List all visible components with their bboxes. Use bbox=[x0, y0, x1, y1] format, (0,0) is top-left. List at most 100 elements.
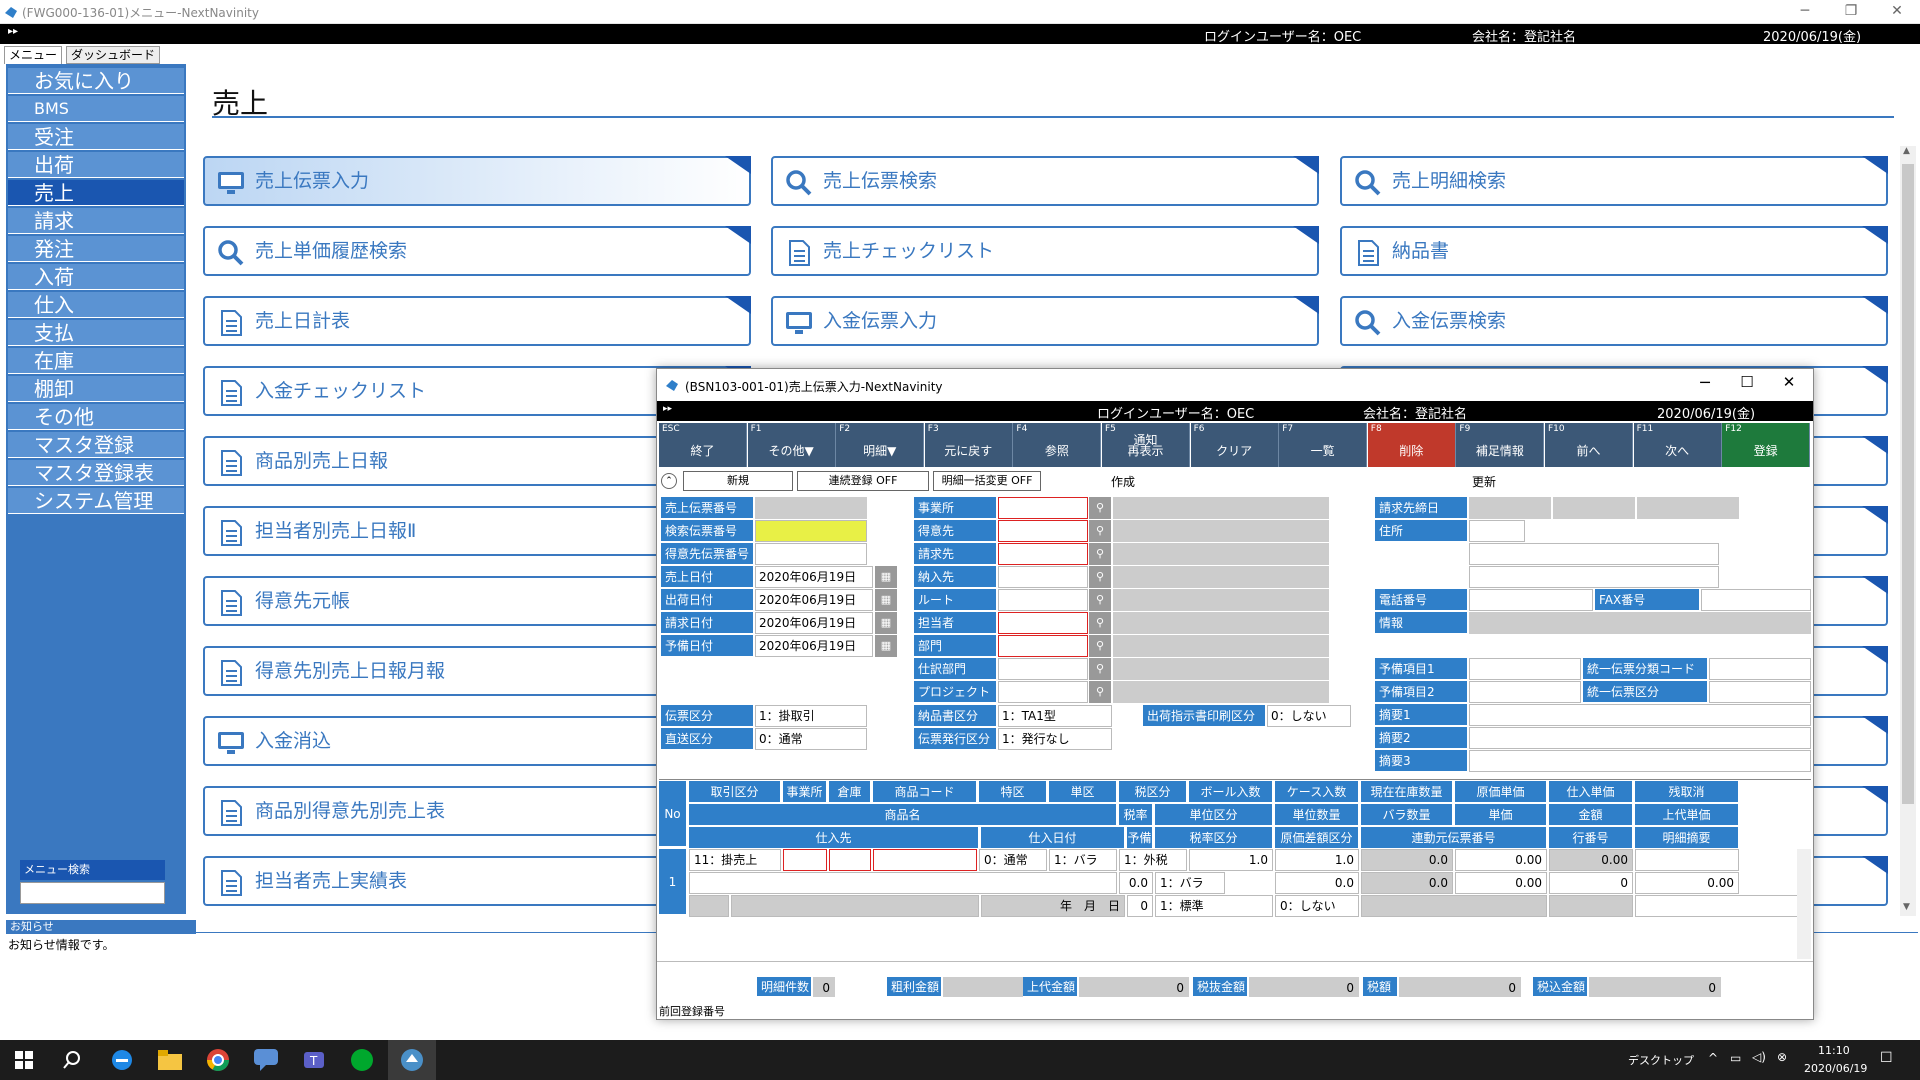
calendar-icon[interactable]: ▦ bbox=[875, 589, 897, 611]
toitsu-kubun-field[interactable] bbox=[1709, 681, 1811, 703]
case-cell[interactable]: 1.0 bbox=[1275, 849, 1359, 871]
tanku-select[interactable]: 1：バラ bbox=[1049, 849, 1117, 871]
yobi-date-field[interactable]: 2020年06月19日 bbox=[755, 635, 873, 657]
search-icon[interactable]: ⚲ bbox=[1089, 635, 1111, 657]
menu-card-4[interactable]: 売上単価履歴検索 bbox=[203, 226, 751, 276]
yobi1-field[interactable] bbox=[1469, 658, 1581, 680]
tekiyo1-field[interactable] bbox=[1469, 704, 1811, 726]
tel-field[interactable] bbox=[1469, 589, 1593, 611]
nextnavinity-taskbar-icon[interactable] bbox=[388, 1040, 436, 1080]
search-no-field[interactable] bbox=[755, 520, 867, 542]
desktop-label[interactable]: デスクトップ bbox=[1628, 1052, 1694, 1068]
fax-field[interactable] bbox=[1701, 589, 1811, 611]
fkey-esc-button[interactable]: ESC 終了 bbox=[659, 423, 747, 467]
close-button[interactable]: ✕ bbox=[1874, 0, 1920, 24]
yobi2-field[interactable] bbox=[1469, 681, 1581, 703]
search-icon[interactable]: ⚲ bbox=[1089, 543, 1111, 565]
status-icon[interactable]: ⊗ bbox=[1777, 1050, 1787, 1064]
torihiki-select[interactable]: 11：掛売上 bbox=[689, 849, 781, 871]
shukka-print-select[interactable]: 0：しない bbox=[1267, 705, 1351, 727]
uriage-date-field[interactable]: 2020年06月19日 bbox=[755, 566, 873, 588]
chokuso-select[interactable]: 0：通常 bbox=[755, 728, 867, 750]
shime-select-2[interactable] bbox=[1553, 497, 1635, 519]
meisai-tekiyo-cell[interactable] bbox=[1635, 895, 1811, 917]
shukka-date-field[interactable]: 2020年06月19日 bbox=[755, 589, 873, 611]
soko-cell[interactable] bbox=[829, 849, 871, 871]
sub-minimize-button[interactable]: ─ bbox=[1685, 373, 1725, 392]
restore-button[interactable]: ❐ bbox=[1828, 0, 1874, 24]
sidebar-item-shukka[interactable]: 出荷 bbox=[8, 152, 184, 178]
genka-sagaku-select[interactable]: 0：しない bbox=[1275, 895, 1359, 917]
zip-field[interactable] bbox=[1469, 520, 1525, 542]
tray-chevron-icon[interactable]: ^ bbox=[1708, 1051, 1718, 1065]
genka-cell[interactable]: 0.00 bbox=[1455, 849, 1547, 871]
sidebar-item-shiharai[interactable]: 支払 bbox=[8, 320, 184, 346]
row-number[interactable]: 1 bbox=[659, 849, 687, 915]
search-icon[interactable]: ⚲ bbox=[1089, 658, 1111, 680]
chrome-icon[interactable] bbox=[194, 1040, 242, 1080]
partner-code-field[interactable] bbox=[998, 497, 1088, 519]
fkey-f9-button[interactable]: F9 補足情報 bbox=[1456, 423, 1545, 467]
minimize-button[interactable]: ─ bbox=[1782, 0, 1828, 24]
evernote-icon[interactable] bbox=[338, 1040, 386, 1080]
volume-icon[interactable]: ◁) bbox=[1752, 1050, 1766, 1064]
sidebar-item-sonota[interactable]: その他 bbox=[8, 404, 184, 430]
partner-code-field[interactable] bbox=[998, 543, 1088, 565]
zan-cell[interactable] bbox=[1635, 849, 1739, 871]
partner-code-field[interactable] bbox=[998, 612, 1088, 634]
sidebar-item-uriage[interactable]: 売上 bbox=[8, 180, 184, 206]
collapse-icon[interactable]: ⌃ bbox=[661, 473, 677, 489]
clock-date[interactable]: 2020/06/19 bbox=[1804, 1062, 1867, 1075]
partner-code-field[interactable] bbox=[998, 658, 1088, 680]
tekiyo2-field[interactable] bbox=[1469, 727, 1811, 749]
ball-cell[interactable]: 1.0 bbox=[1189, 849, 1273, 871]
search-icon[interactable]: ⚲ bbox=[1089, 681, 1111, 703]
sub-maximize-button[interactable]: ☐ bbox=[1727, 373, 1767, 391]
tekiyo3-field[interactable] bbox=[1469, 750, 1811, 772]
tokui-no-field[interactable] bbox=[755, 543, 867, 565]
chat-icon[interactable] bbox=[242, 1040, 290, 1080]
sidebar-item-master[interactable]: マスタ登録 bbox=[8, 432, 184, 458]
tanka-cell[interactable]: 0.00 bbox=[1455, 872, 1547, 894]
kingaku-cell[interactable]: 0 bbox=[1549, 872, 1633, 894]
yobi-cell[interactable]: 0 bbox=[1127, 895, 1153, 917]
search-icon[interactable]: ⚲ bbox=[1089, 612, 1111, 634]
menu-card-7[interactable]: 売上日計表 bbox=[203, 296, 751, 346]
edge-icon[interactable] bbox=[98, 1040, 146, 1080]
sidebar-item-tanaoroshi[interactable]: 棚卸 bbox=[8, 376, 184, 402]
menu-card-2[interactable]: 売上伝票検索 bbox=[771, 156, 1319, 206]
sidebar-item-hatchu[interactable]: 発注 bbox=[8, 236, 184, 262]
zeiritsu-kubun-select[interactable]: 1：標準 bbox=[1155, 895, 1273, 917]
search-icon[interactable]: ⚲ bbox=[1089, 566, 1111, 588]
menu-card-5[interactable]: 売上チェックリスト bbox=[771, 226, 1319, 276]
calendar-icon[interactable]: ▦ bbox=[875, 612, 897, 634]
menu-card-8[interactable]: 入金伝票入力 bbox=[771, 296, 1319, 346]
menu-search-input[interactable] bbox=[20, 882, 165, 904]
sidebar-item-juchu[interactable]: 受注 bbox=[8, 124, 184, 150]
sidebar-item-bms[interactable]: BMS bbox=[8, 96, 184, 122]
tab-dashboard[interactable]: ダッシュボード bbox=[66, 46, 161, 64]
sidebar-item-shiire[interactable]: 仕入 bbox=[8, 292, 184, 318]
partner-code-field[interactable] bbox=[998, 520, 1088, 542]
grid-scrollbar[interactable] bbox=[1797, 849, 1811, 959]
fkey-f1-button[interactable]: F1 その他▼ bbox=[747, 423, 836, 467]
fkey-f6-button[interactable]: F6 クリア bbox=[1190, 423, 1279, 467]
fkey-f7-button[interactable]: F7 一覧 bbox=[1279, 423, 1368, 467]
tab-menu[interactable]: メニュー bbox=[4, 46, 63, 64]
address-field-1[interactable] bbox=[1469, 543, 1719, 565]
menu-card-9[interactable]: 入金伝票検索 bbox=[1340, 296, 1888, 346]
sidebar-item-master-list[interactable]: マスタ登録表 bbox=[8, 460, 184, 486]
main-scrollbar[interactable]: ▲ ▼ bbox=[1900, 146, 1916, 916]
shohin-name-cell[interactable] bbox=[689, 872, 1117, 894]
jigyosho-cell[interactable] bbox=[783, 849, 827, 871]
sidebar-item-seikyu[interactable]: 請求 bbox=[8, 208, 184, 234]
partner-code-field[interactable] bbox=[998, 635, 1088, 657]
bulk-change-toggle[interactable]: 明細一括変更 OFF bbox=[933, 471, 1041, 491]
fkey-f4-button[interactable]: F4 参照 bbox=[1013, 423, 1102, 467]
shohin-code-cell[interactable] bbox=[873, 849, 977, 871]
tokku-select[interactable]: 0：通常 bbox=[979, 849, 1047, 871]
sidebar-item-zaiko[interactable]: 在庫 bbox=[8, 348, 184, 374]
shime-select-3[interactable] bbox=[1637, 497, 1739, 519]
sub-close-button[interactable]: ✕ bbox=[1769, 373, 1809, 391]
menu-card-3[interactable]: 売上明細検索 bbox=[1340, 156, 1888, 206]
